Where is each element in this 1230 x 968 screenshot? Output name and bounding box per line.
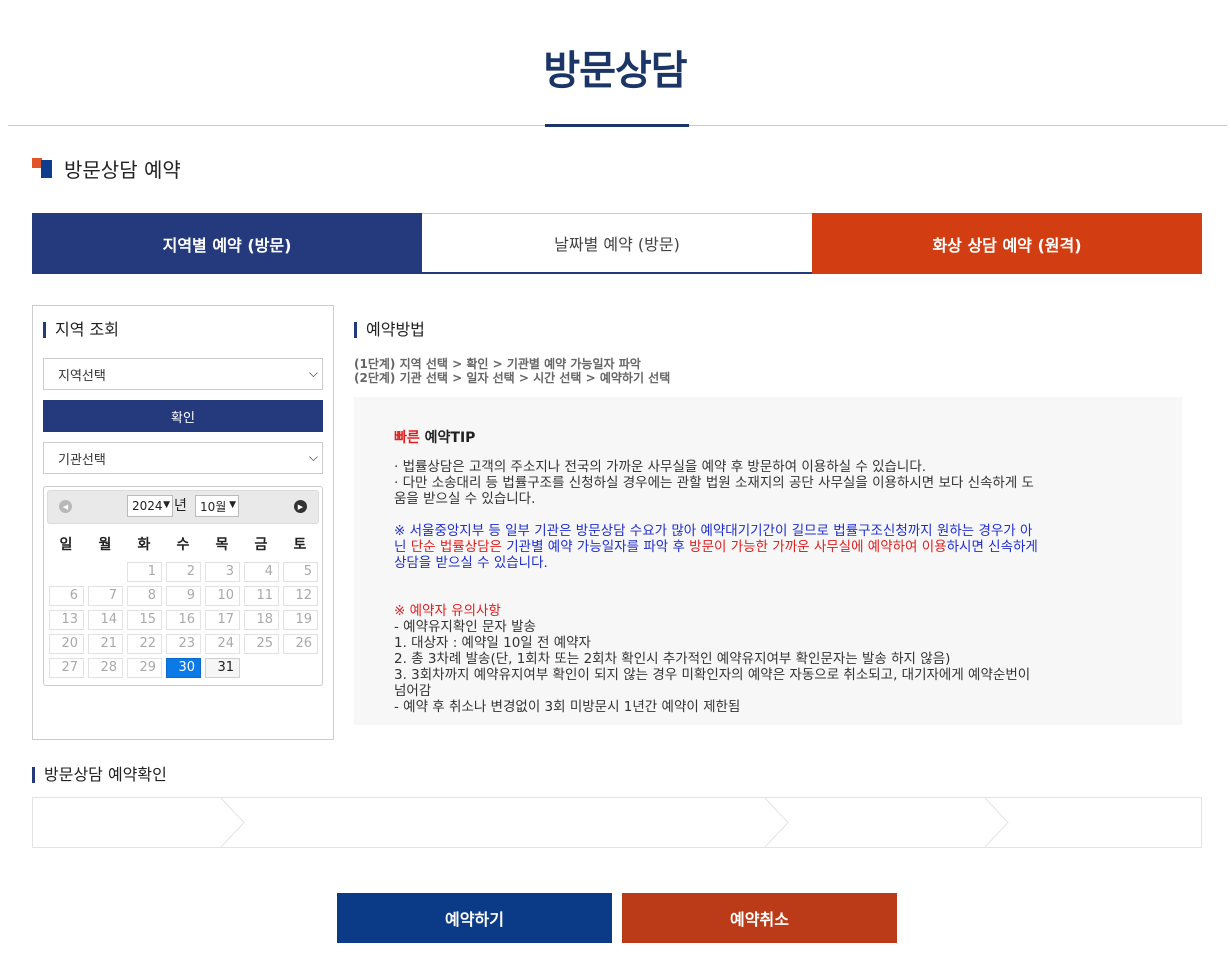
- title-underline: [545, 124, 689, 127]
- tip-title: 빠른 예약TIP: [394, 427, 475, 447]
- tip-line: 움을 받으실 수 있습니다.: [394, 491, 536, 507]
- tip-note: 상담을 받으실 수 있습니다.: [394, 555, 548, 571]
- weekday-label: 일: [59, 537, 73, 553]
- calendar-day[interactable]: 4: [244, 562, 279, 582]
- tip-note-part: 기관별 예약 가능일자를 파악 후: [501, 539, 690, 555]
- calendar-day[interactable]: 23: [166, 634, 201, 654]
- region-search-heading: 지역 조회: [43, 322, 119, 338]
- calendar-day[interactable]: 19: [283, 610, 318, 630]
- calendar-day[interactable]: 16: [166, 610, 201, 630]
- calendar-day[interactable]: 6: [49, 586, 84, 606]
- tip-title-text: 예약TIP: [419, 430, 476, 446]
- tab-video-reservation[interactable]: 화상 상담 예약 (원격): [812, 213, 1202, 274]
- calendar-day[interactable]: 20: [49, 634, 84, 654]
- calendar-day[interactable]: 12: [283, 586, 318, 606]
- step-separator-icon: [763, 797, 789, 848]
- calendar-day[interactable]: 8: [127, 586, 162, 606]
- agency-select-value: 기관선택: [58, 452, 106, 468]
- calendar-day[interactable]: 13: [49, 610, 84, 630]
- weekday-label: 월: [98, 537, 112, 553]
- tip-note-part: 닌: [394, 539, 411, 555]
- chevron-down-icon: ⌵: [308, 366, 318, 380]
- cancel-reservation-button[interactable]: 예약취소: [622, 893, 897, 943]
- tip-note-part: 하시면 신속하게: [946, 539, 1038, 555]
- tip-note-highlight: 방문이 가능한 가까운 사무실에 예약하여 이용: [689, 539, 947, 555]
- calendar-day[interactable]: 3: [205, 562, 240, 582]
- tab-region-reservation[interactable]: 지역별 예약 (방문): [32, 213, 422, 274]
- region-select-value: 지역선택: [58, 368, 106, 384]
- calendar-day[interactable]: 11: [244, 586, 279, 606]
- method-heading: 예약방법: [354, 322, 425, 338]
- calendar-day-selected[interactable]: 30: [166, 658, 201, 678]
- step-separator-icon: [219, 797, 245, 848]
- tip-note: ※ 서울중앙지부 등 일부 기관은 방문상담 수요가 많아 예약대기기간이 길므…: [394, 523, 1033, 539]
- calendar-day[interactable]: 17: [205, 610, 240, 630]
- calendar-day[interactable]: 9: [166, 586, 201, 606]
- caution-line: 넘어감: [394, 683, 432, 699]
- reservation-progress-box: [32, 797, 1202, 848]
- reservation-confirm-heading: 방문상담 예약확인: [32, 767, 167, 783]
- calendar-day[interactable]: 29: [127, 658, 162, 678]
- tab-date-reservation[interactable]: 날짜별 예약 (방문): [422, 213, 812, 274]
- confirm-button[interactable]: 확인: [43, 400, 323, 432]
- month-select-value: 10월: [200, 499, 227, 514]
- calendar-day[interactable]: 7: [88, 586, 123, 606]
- weekday-label: 토: [293, 537, 307, 553]
- calendar-day[interactable]: 28: [88, 658, 123, 678]
- tip-title-highlight: 빠른: [394, 430, 420, 446]
- section-marker-icon: [32, 158, 52, 178]
- region-select[interactable]: 지역선택 ⌵: [43, 358, 323, 390]
- year-select-value: 2024: [132, 499, 163, 513]
- calendar-day[interactable]: 15: [127, 610, 162, 630]
- calendar-day[interactable]: 22: [127, 634, 162, 654]
- calendar-day[interactable]: 26: [283, 634, 318, 654]
- caution-line: 2. 총 3차례 발송(단, 1회차 또는 2회차 확인시 추가적인 예약유지여…: [394, 651, 951, 667]
- caution-line: - 예약유지확인 문자 발송: [394, 619, 536, 635]
- calendar-day[interactable]: 24: [205, 634, 240, 654]
- chevron-down-icon: ▼: [163, 500, 170, 510]
- tip-line: · 다만 소송대리 등 법률구조를 신청하실 경우에는 관할 법원 소재지의 공…: [394, 475, 1034, 491]
- weekday-label: 수: [176, 537, 190, 553]
- chevron-down-icon: ⌵: [308, 450, 318, 464]
- chevron-down-icon: ▼: [229, 500, 236, 510]
- year-suffix: 년: [174, 498, 187, 514]
- calendar-day[interactable]: 25: [244, 634, 279, 654]
- caution-title: ※ 예약자 유의사항: [394, 603, 501, 619]
- tip-line: · 법률상담은 고객의 주소지나 전국의 가까운 사무실을 예약 후 방문하여 …: [394, 459, 927, 475]
- section-title: 방문상담 예약: [64, 158, 181, 182]
- agency-select[interactable]: 기관선택 ⌵: [43, 442, 323, 474]
- calendar-day[interactable]: 5: [283, 562, 318, 582]
- next-month-icon[interactable]: ▶: [294, 500, 307, 513]
- calendar-day[interactable]: 14: [88, 610, 123, 630]
- weekday-label: 화: [137, 537, 151, 553]
- calendar-day[interactable]: 18: [244, 610, 279, 630]
- year-select[interactable]: 2024 ▼: [127, 495, 173, 517]
- calendar-day[interactable]: 1: [127, 562, 162, 582]
- caution-line: 3. 3회차까지 예약유지여부 확인이 되지 않는 경우 미확인자의 예약은 자…: [394, 667, 1031, 683]
- tip-note-highlight: 단순 법률상담은: [410, 539, 502, 555]
- step-separator-icon: [983, 797, 1009, 848]
- reserve-button[interactable]: 예약하기: [337, 893, 612, 943]
- method-step-2: (2단계) 기관 선택 > 일자 선택 > 시간 선택 > 예약하기 선택: [354, 371, 671, 385]
- calendar-day[interactable]: 21: [88, 634, 123, 654]
- weekday-label: 금: [254, 537, 268, 553]
- caution-line: - 예약 후 취소나 변경없이 3회 미방문시 1년간 예약이 제한됨: [394, 699, 741, 715]
- calendar-day[interactable]: 10: [205, 586, 240, 606]
- weekday-label: 목: [215, 537, 229, 553]
- month-select[interactable]: 10월 ▼: [195, 495, 239, 517]
- prev-month-icon[interactable]: ◀: [59, 500, 72, 513]
- tip-note: 닌 단순 법률상담은 기관별 예약 가능일자를 파악 후 방문이 가능한 가까운…: [394, 540, 1038, 555]
- calendar-day[interactable]: 27: [49, 658, 84, 678]
- calendar-day[interactable]: 2: [166, 562, 201, 582]
- caution-line: 1. 대상자 : 예약일 10일 전 예약자: [394, 635, 591, 651]
- calendar-day[interactable]: 31: [205, 658, 240, 678]
- page-title: 방문상담: [543, 48, 687, 94]
